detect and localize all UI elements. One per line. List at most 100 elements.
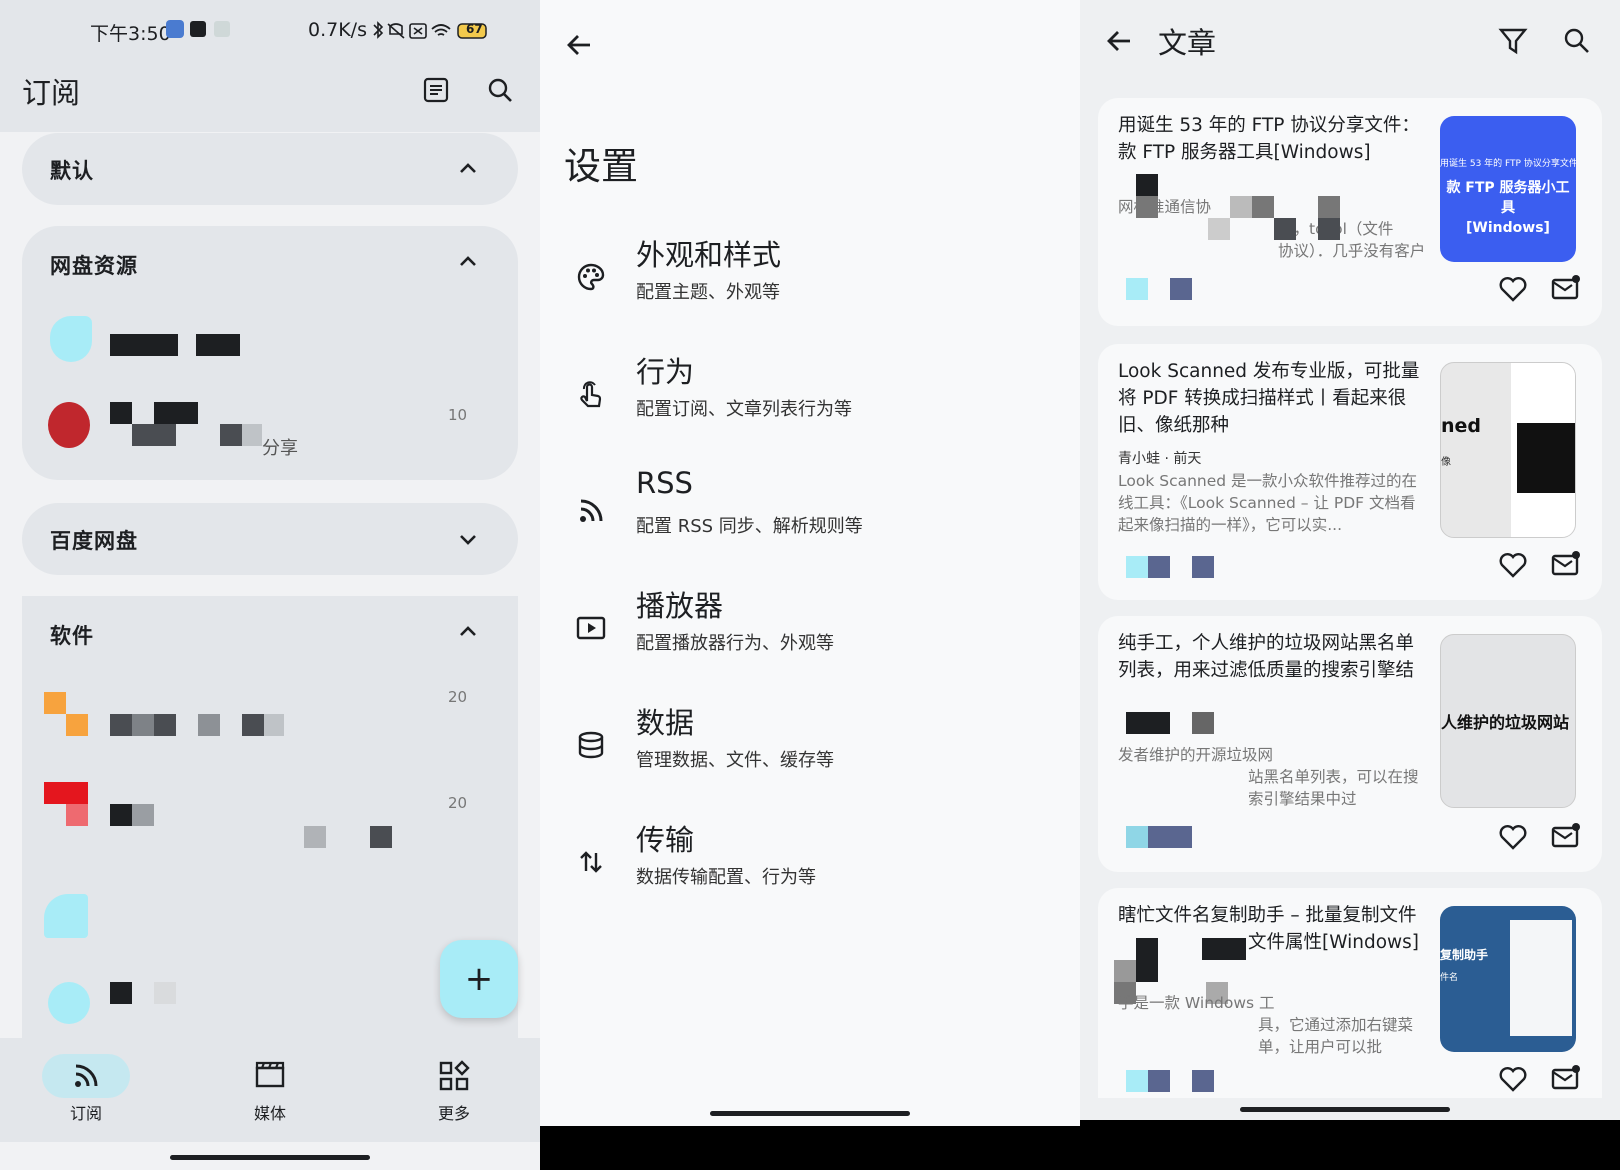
thumbnail-caption: 像: [1441, 457, 1451, 468]
setting-rss[interactable]: RSS 配置 RSS 同步、解析规则等: [540, 466, 1080, 566]
redacted-block: [1136, 196, 1158, 218]
favorite-icon[interactable]: [1498, 1064, 1528, 1094]
group-baidu[interactable]: 百度网盘: [22, 503, 518, 575]
group-label: 默认: [50, 159, 94, 183]
redacted-block: [1274, 218, 1296, 240]
setting-subtitle: 管理数据、文件、缓存等: [636, 750, 834, 771]
home-gesture-bar[interactable]: [170, 1155, 370, 1160]
page-title: 文章: [1158, 26, 1217, 60]
feed-name-redacted: [110, 402, 132, 424]
article-excerpt: Look Scanned 是一款小众软件推荐过的在线工具：《Look Scann…: [1118, 472, 1418, 534]
thumbnail-photo: [1517, 423, 1575, 493]
favorite-icon[interactable]: [1498, 550, 1528, 580]
setting-title: RSS: [636, 466, 693, 500]
setting-behavior[interactable]: 行为 配置订阅、文章列表行为等: [540, 349, 1080, 449]
feed-name-redacted: [242, 424, 262, 446]
setting-subtitle: 配置订阅、文章列表行为等: [636, 399, 852, 420]
setting-data[interactable]: 数据 管理数据、文件、缓存等: [540, 700, 1080, 800]
article-title: 用诞生 53 年的 FTP 协议分享文件： 款 FTP 服务器工具[Window…: [1118, 115, 1420, 163]
status-time: 下午3:50: [90, 23, 171, 45]
group-netdisk[interactable]: 网盘资源 分享 10: [22, 226, 518, 480]
home-gesture-bar[interactable]: [710, 1111, 910, 1116]
bottom-navigation: 订阅 媒体 更多: [0, 1038, 540, 1142]
redacted-block: [1230, 196, 1252, 218]
mark-unread-icon[interactable]: [1550, 272, 1582, 304]
feed-avatar: [48, 982, 90, 1024]
setting-subtitle: 配置播放器行为、外观等: [636, 633, 834, 654]
source-avatar: [1148, 826, 1192, 848]
redacted-block: [1136, 938, 1158, 960]
redacted-block: [1252, 196, 1274, 218]
setting-transfer[interactable]: 传输 数据传输配置、行为等: [540, 817, 1080, 917]
search-icon[interactable]: [1562, 26, 1592, 56]
palette-icon: [577, 263, 605, 291]
feed-avatar: [66, 804, 88, 826]
mark-unread-icon[interactable]: [1550, 820, 1582, 852]
subscriptions-screen: 下午3:50 0.7K/s 67 订阅 默认 网盘资源 分享 10 百度网盘 软…: [0, 0, 540, 1170]
source-avatar: [1126, 826, 1148, 848]
article-title: 瞎忙文件名复制助手 – 批量复制文件 文件属性[Windows]: [1118, 905, 1420, 953]
filter-icon[interactable]: [1498, 26, 1528, 56]
touch-icon: [580, 381, 602, 408]
article-excerpt: 发者维护的开源垃圾网 站黑名单列表，可以在搜索引擎结果中过 滤掉。@Appinn…: [1118, 746, 1419, 808]
group-label: 网盘资源: [50, 254, 138, 278]
favorite-icon[interactable]: [1498, 822, 1528, 852]
article-thumbnail: 复制助手 件名: [1440, 906, 1576, 1052]
back-arrow-icon[interactable]: [1104, 26, 1134, 56]
chevron-up-icon[interactable]: [458, 159, 478, 179]
setting-subtitle: 配置主题、外观等: [636, 282, 780, 303]
screen-bottom-edge: [1080, 1120, 1620, 1170]
feed-name-suffix: 分享: [262, 438, 298, 459]
redacted-block: [1114, 960, 1136, 982]
article-card[interactable]: 纯手工，个人维护的垃圾网站黑名单列表，用来过滤低质量的搜索引擎结 发者维护的开源…: [1098, 616, 1602, 872]
thumbnail-headline: 款 FTP 服务器小工具 [Windows]: [1446, 180, 1570, 236]
transfer-icon: [580, 851, 602, 873]
add-subscription-button[interactable]: +: [440, 940, 518, 1018]
nav-label: 更多: [437, 1104, 470, 1123]
article-card[interactable]: Look Scanned 发布专业版，可批量将 PDF 转换成扫描样式丨看起来很…: [1098, 344, 1602, 600]
unread-count: 20: [448, 688, 468, 706]
source-avatar: [1192, 1070, 1214, 1092]
back-arrow-icon[interactable]: [564, 30, 594, 60]
chevron-down-icon[interactable]: [458, 529, 478, 549]
setting-player[interactable]: 播放器 配置播放器行为、外观等: [540, 583, 1080, 683]
group-default[interactable]: 默认: [22, 133, 518, 205]
feed-name-redacted: [264, 714, 284, 736]
source-avatar: [1126, 556, 1148, 578]
article-card[interactable]: 用诞生 53 年的 FTP 协议分享文件： 款 FTP 服务器工具[Window…: [1098, 98, 1602, 326]
source-avatar: [1126, 278, 1148, 300]
thumbnail-headline: ned: [1441, 415, 1482, 437]
chevron-up-icon[interactable]: [458, 252, 478, 272]
search-icon[interactable]: [482, 72, 518, 108]
feed-name-redacted: [304, 826, 326, 848]
redacted-block: [1318, 218, 1340, 240]
setting-subtitle: 数据传输配置、行为等: [636, 867, 816, 888]
redacted-block: [1192, 712, 1214, 734]
article-title: Look Scanned 发布专业版，可批量将 PDF 转换成扫描样式丨看起来很…: [1118, 361, 1420, 436]
favorite-icon[interactable]: [1498, 274, 1528, 304]
thumbnail-caption: 用诞生 53 年的 FTP 协议分享文件: [1440, 159, 1576, 169]
setting-appearance[interactable]: 外观和样式 配置主题、外观等: [540, 232, 1080, 332]
feed-avatar: [44, 894, 88, 938]
mark-unread-icon[interactable]: [1550, 548, 1582, 580]
thumbnail-caption: 件名: [1440, 973, 1459, 983]
feed-name-redacted: [198, 714, 220, 736]
article-title: 纯手工，个人维护的垃圾网站黑名单列表，用来过滤低质量的搜索引擎结: [1118, 633, 1415, 681]
article-card[interactable]: 瞎忙文件名复制助手 – 批量复制文件 文件属性[Windows] 手是一款 Wi…: [1098, 888, 1602, 1098]
feed-name-redacted: [242, 714, 264, 736]
feed-name-redacted: [132, 424, 176, 446]
mark-unread-icon[interactable]: [1550, 1062, 1582, 1094]
feed-avatar: [44, 782, 88, 804]
list-view-icon[interactable]: [418, 72, 454, 108]
settings-screen: 设置 外观和样式 配置主题、外观等 行为 配置订阅、文章列表行为等 RSS 配置…: [540, 0, 1080, 1170]
feed-avatar: [50, 316, 92, 362]
home-gesture-bar[interactable]: [1240, 1107, 1450, 1112]
setting-title: 外观和样式: [636, 238, 782, 272]
app-notification-icon: [190, 21, 206, 37]
group-label: 百度网盘: [50, 529, 138, 553]
feed-name-redacted: [110, 334, 178, 356]
chevron-up-icon[interactable]: [458, 622, 478, 642]
article-thumbnail: 用诞生 53 年的 FTP 协议分享文件 款 FTP 服务器小工具 [Windo…: [1440, 116, 1576, 262]
feed-name-redacted: [132, 804, 154, 826]
article-excerpt: 手是一款 Windows 工 具，它通过添加右键菜单，让用户可以批 量复制文件名…: [1118, 994, 1414, 1056]
